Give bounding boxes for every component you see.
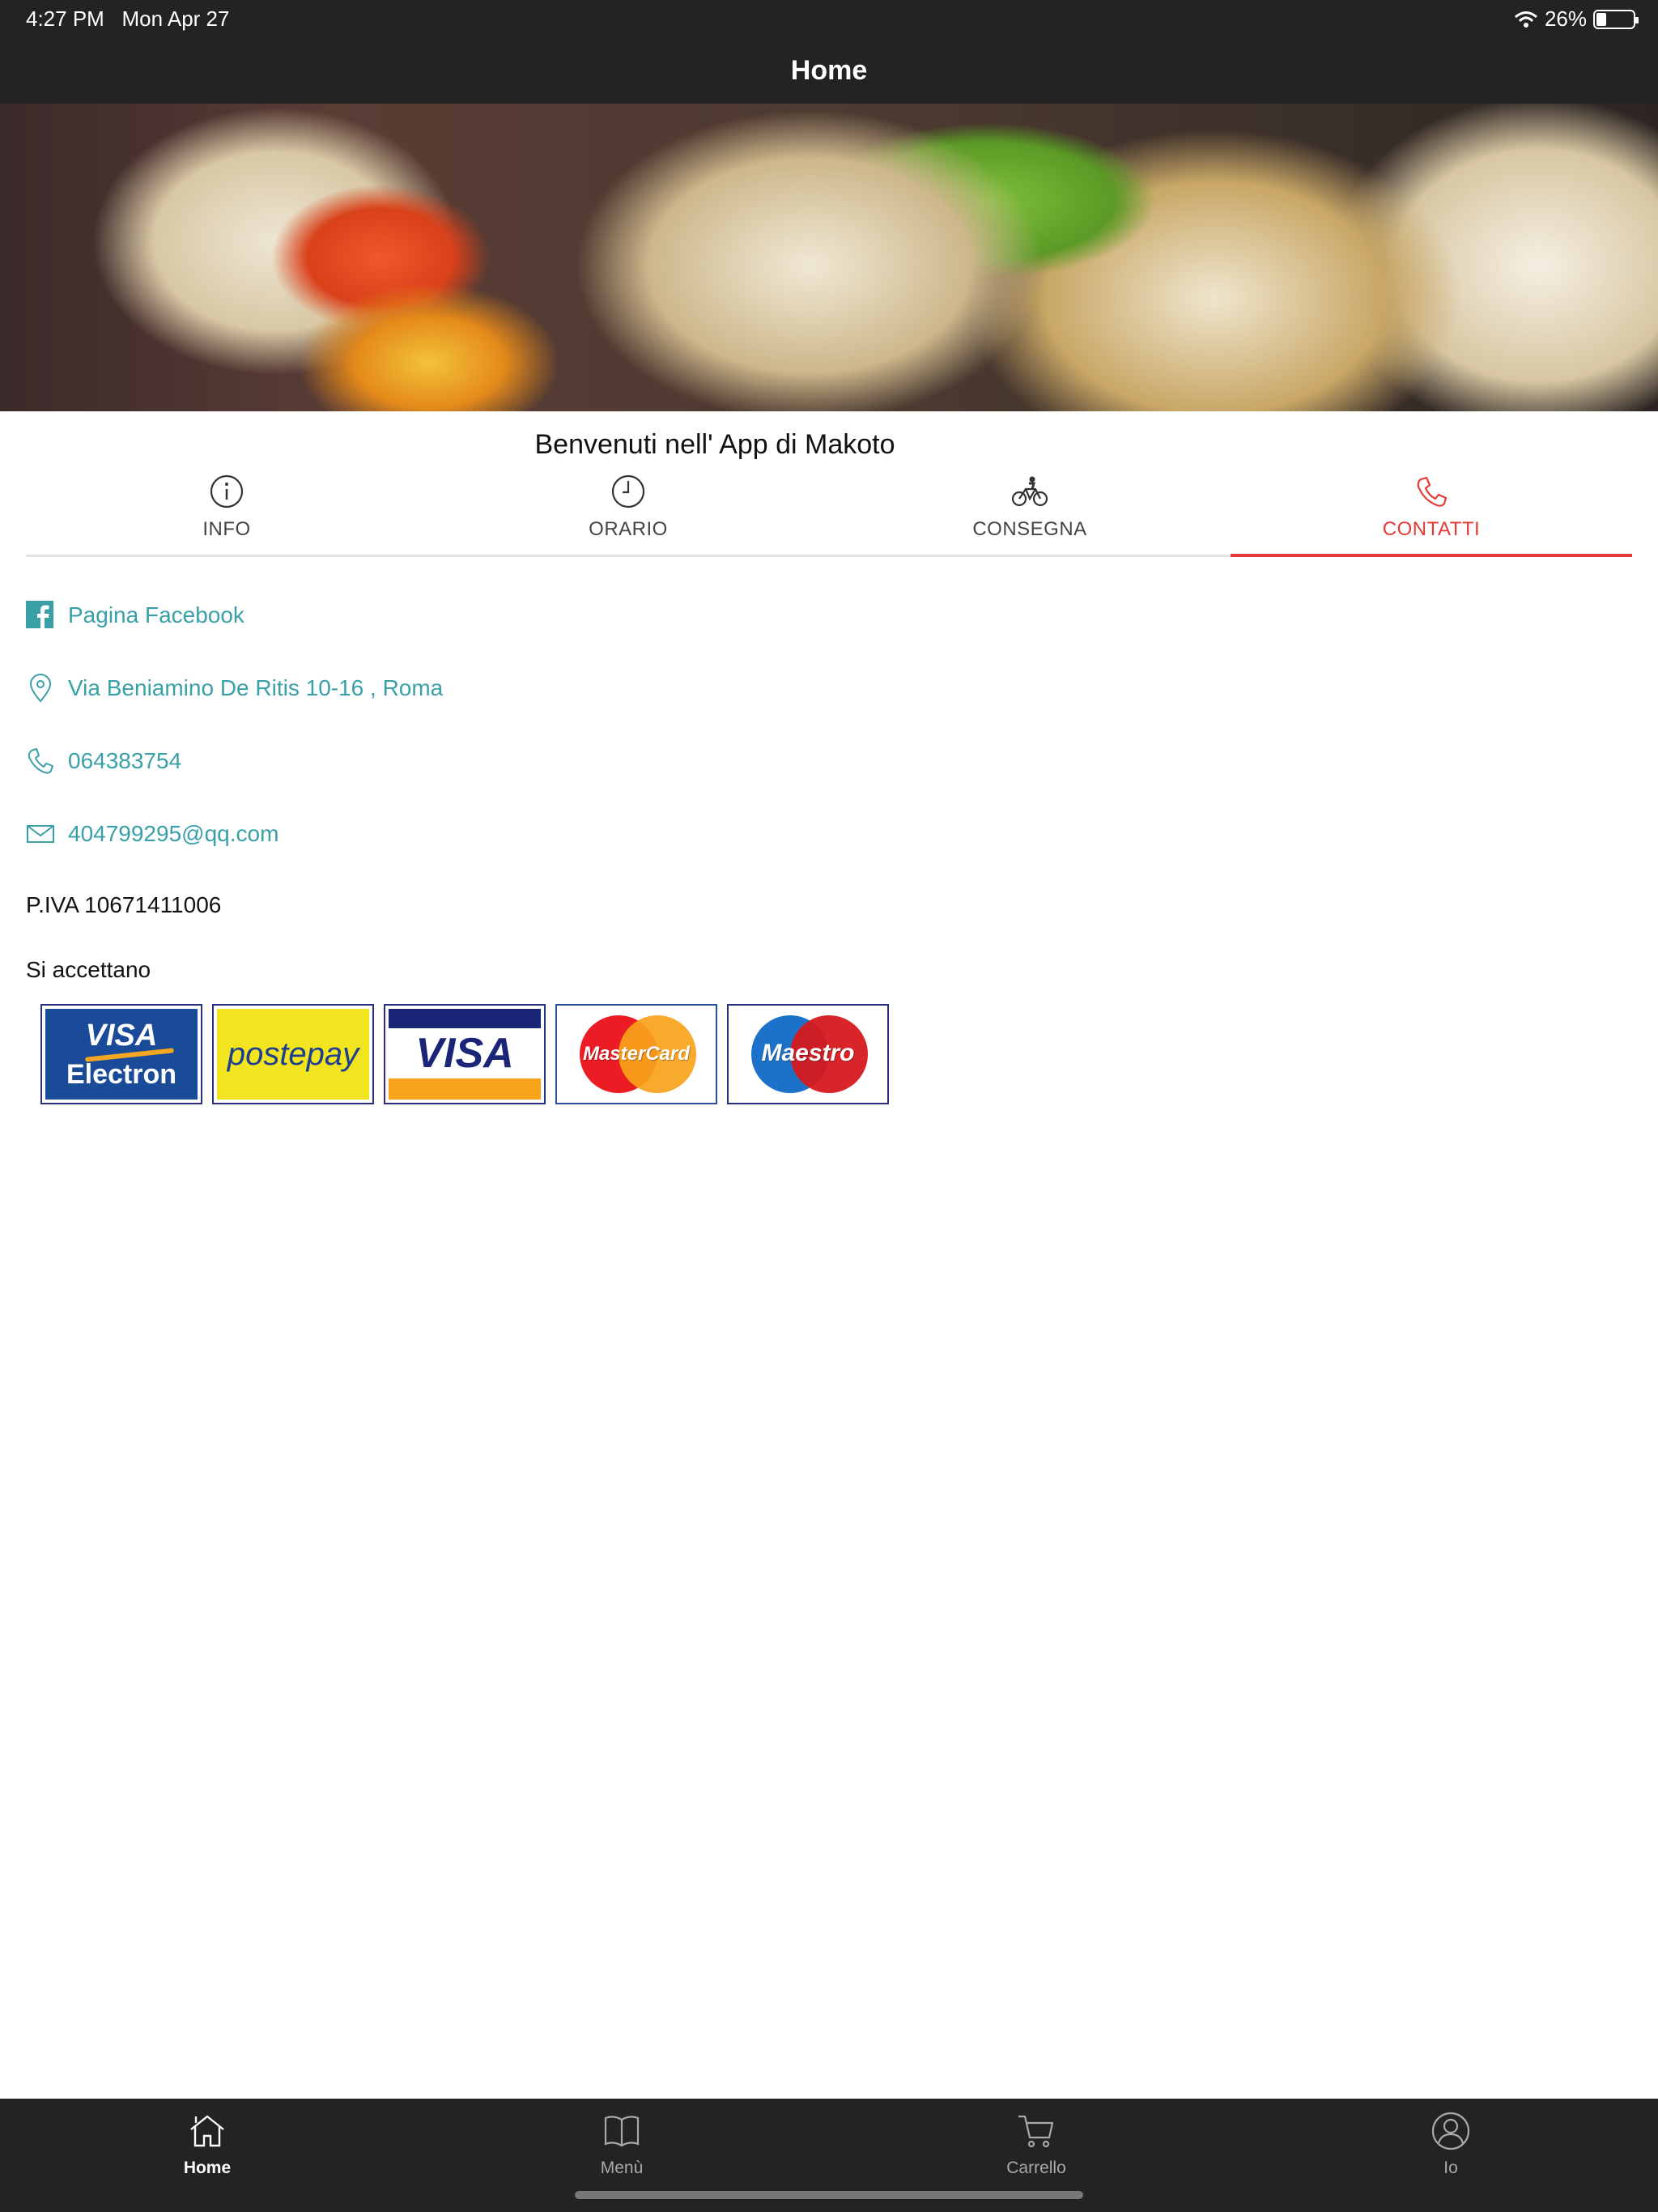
- postepay-text: postepay: [227, 1036, 359, 1072]
- bottom-tab-label: Menù: [600, 2159, 644, 2177]
- bottom-tab-profile[interactable]: Io: [1244, 2099, 1658, 2212]
- home-indicator[interactable]: [575, 2191, 1083, 2199]
- wifi-icon: [1514, 11, 1537, 28]
- tab-label: ORARIO: [589, 518, 668, 540]
- phone-icon: [28, 748, 53, 774]
- top-bar: 4:27 PM Mon Apr 27 26% Home: [0, 0, 1658, 104]
- payment-methods: VISA Electron postepay VISA MasterCard M…: [40, 1004, 889, 1104]
- maestro-logo: Maestro: [727, 1004, 889, 1104]
- user-icon: [1431, 2112, 1470, 2150]
- status-clock: 4:27 PM: [26, 6, 104, 31]
- bicycle-icon: [1011, 476, 1048, 507]
- vat-number: P.IVA 10671411006: [26, 892, 222, 917]
- facebook-icon: [26, 601, 53, 628]
- location-pin-icon: [29, 674, 52, 703]
- address-link[interactable]: Via Beniamino De Ritis 10-16 , Roma: [26, 674, 443, 703]
- battery-icon: [1593, 9, 1639, 29]
- phone-link[interactable]: 064383754: [26, 747, 181, 776]
- info-icon: [210, 474, 244, 508]
- status-time: 4:27 PM Mon Apr 27: [26, 6, 229, 32]
- bottom-tab-label: Io: [1443, 2159, 1458, 2177]
- bottom-tab-home[interactable]: Home: [0, 2099, 414, 2212]
- tab-info[interactable]: INFO: [26, 470, 427, 555]
- tab-label: CONSEGNA: [972, 518, 1087, 540]
- mail-icon: [27, 825, 54, 843]
- tab-orario[interactable]: ORARIO: [427, 470, 829, 555]
- banner-carousel[interactable]: [0, 104, 1658, 411]
- status-date: Mon Apr 27: [121, 6, 230, 31]
- bottom-tab-label: Carrello: [1006, 2159, 1066, 2177]
- mastercard-logo: MasterCard: [555, 1004, 717, 1104]
- visa-electron-logo: VISA Electron: [40, 1004, 202, 1104]
- phone-icon: [1417, 476, 1448, 507]
- visa-electron-line1: VISA: [85, 1019, 158, 1053]
- info-tabs: INFO ORARIO CONSEGNA CONTATTI: [26, 470, 1632, 557]
- clock-icon: [611, 474, 645, 508]
- postepay-logo: postepay: [212, 1004, 374, 1104]
- page-title: Home: [790, 55, 868, 86]
- mastercard-text: MasterCard: [582, 1043, 691, 1065]
- home-icon: [190, 2115, 224, 2147]
- tab-label: CONTATTI: [1382, 518, 1481, 540]
- tab-label: INFO: [202, 518, 251, 540]
- visa-logo: VISA: [384, 1004, 546, 1104]
- visa-text: VISA: [415, 1030, 514, 1077]
- email-label: 404799295@qq.com: [68, 821, 279, 846]
- status-indicators: 26%: [1514, 6, 1639, 32]
- email-link[interactable]: 404799295@qq.com: [26, 819, 278, 849]
- facebook-link[interactable]: Pagina Facebook: [26, 601, 244, 630]
- tab-consegna[interactable]: CONSEGNA: [829, 470, 1231, 555]
- phone-label: 064383754: [68, 748, 182, 773]
- tab-contatti[interactable]: CONTATTI: [1231, 470, 1632, 557]
- maestro-text: Maestro: [761, 1040, 855, 1066]
- visa-electron-line2: Electron: [66, 1059, 177, 1090]
- facebook-label: Pagina Facebook: [68, 602, 244, 627]
- address-label: Via Beniamino De Ritis 10-16 , Roma: [68, 675, 444, 700]
- welcome-heading: Benvenuti nell' App di Makoto: [534, 429, 895, 460]
- cart-icon: [1018, 2115, 1054, 2148]
- book-icon: [604, 2116, 640, 2147]
- accepted-cards-label: Si accettano: [26, 957, 151, 982]
- battery-percent: 26%: [1544, 6, 1587, 31]
- bottom-tab-label: Home: [183, 2159, 232, 2177]
